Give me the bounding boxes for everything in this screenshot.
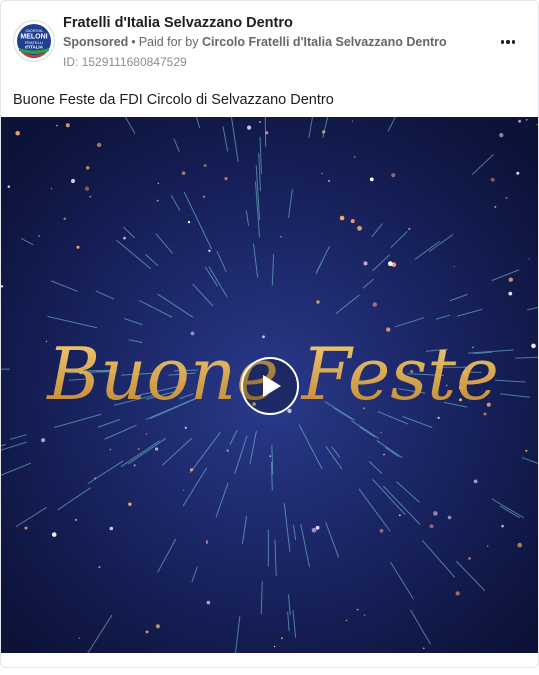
avatar-top-text: GIORGIA — [25, 28, 42, 33]
play-button[interactable] — [241, 357, 299, 415]
more-options-button[interactable] — [495, 33, 521, 51]
play-icon — [263, 375, 281, 397]
payer-name: Circolo Fratelli d'Italia Selvazzano Den… — [201, 35, 447, 49]
fdi-logo-icon: GIORGIA MELONI FRATELLI d'ITALIA — [17, 24, 51, 58]
more-options-icon — [500, 40, 505, 44]
paid-for-label: Paid for by — [138, 35, 199, 49]
avatar-party-line2: d'ITALIA — [25, 45, 44, 50]
ad-card: GIORGIA MELONI FRATELLI d'ITALIA Fratell… — [0, 0, 539, 668]
ad-caption: Buone Feste da FDI Circolo di Selvazzano… — [13, 92, 334, 108]
ad-video[interactable]: Buone Feste — [1, 117, 538, 653]
sponsored-label: Sponsored — [63, 35, 129, 49]
page-name[interactable]: Fratelli d'Italia Selvazzano Dentro — [63, 15, 293, 31]
separator-dot: • — [131, 35, 136, 49]
ad-header: GIORGIA MELONI FRATELLI d'ITALIA Fratell… — [1, 1, 538, 81]
ad-id: ID: 1529111680847529 — [63, 55, 187, 69]
sponsored-line: Sponsored • Paid for by Circolo Fratelli d… — [63, 35, 447, 49]
avatar[interactable]: GIORGIA MELONI FRATELLI d'ITALIA — [13, 20, 55, 62]
